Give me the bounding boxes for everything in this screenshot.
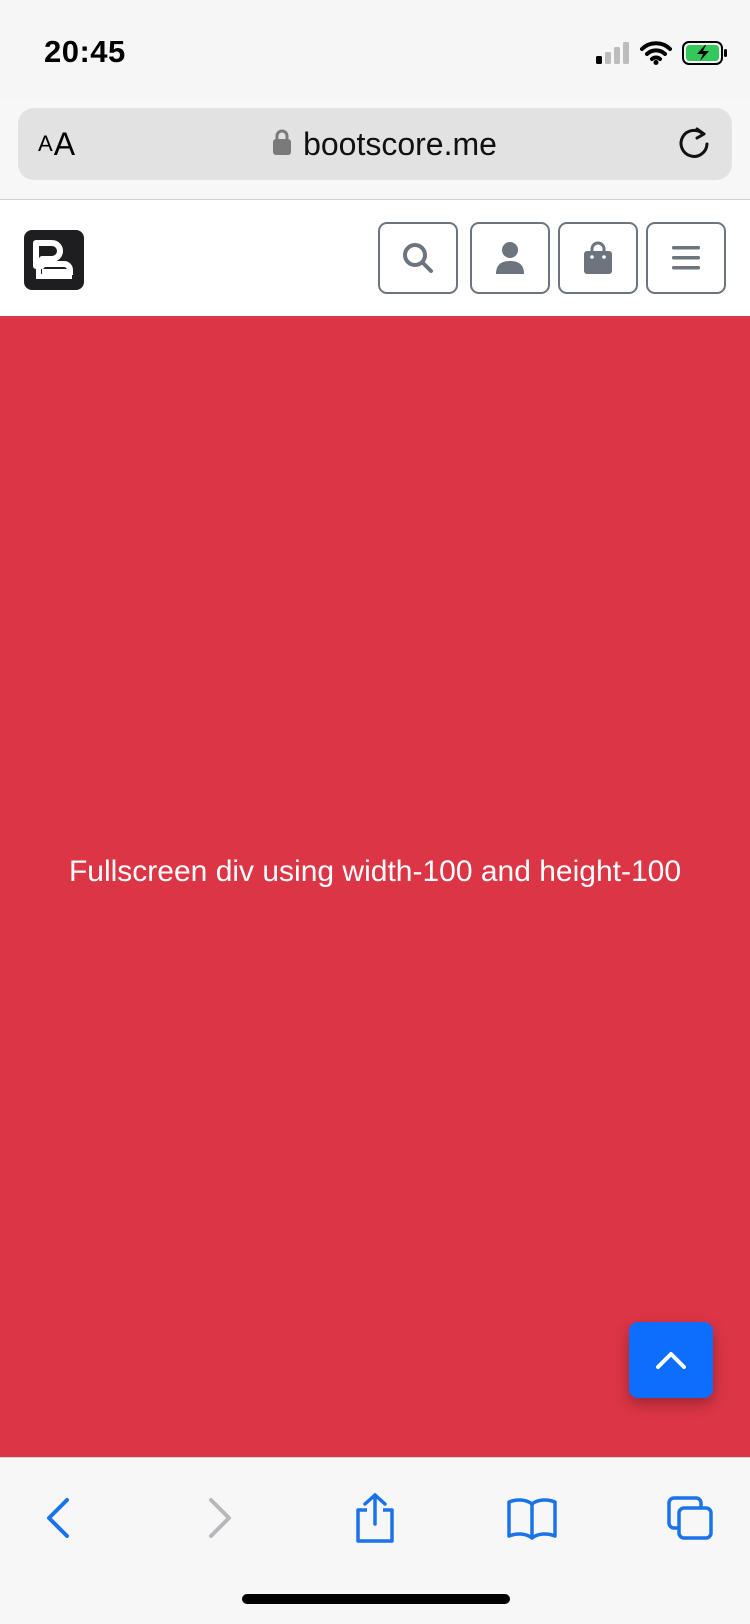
cart-button[interactable]	[558, 222, 638, 294]
search-button[interactable]	[378, 222, 458, 294]
url-text: bootscore.me	[303, 125, 497, 162]
text-size-button[interactable]: A A	[38, 108, 98, 180]
share-icon	[356, 1493, 394, 1543]
menu-icon	[672, 246, 700, 270]
tabs-icon	[667, 1496, 713, 1540]
reload-icon[interactable]	[676, 125, 714, 163]
account-button[interactable]	[470, 222, 550, 294]
back-to-top-button[interactable]	[629, 1322, 713, 1398]
shopping-bag-icon	[584, 241, 612, 274]
share-button[interactable]	[345, 1488, 405, 1548]
site-header	[0, 200, 750, 316]
status-icons	[596, 40, 728, 70]
home-indicator[interactable]	[242, 1594, 510, 1604]
cellular-signal-icon	[596, 41, 630, 69]
text-size-large-label: A	[53, 125, 76, 162]
user-icon	[496, 242, 524, 274]
forward-button[interactable]	[190, 1488, 250, 1548]
battery-charging-icon	[682, 40, 728, 70]
site-logo[interactable]	[24, 230, 84, 290]
wifi-icon	[640, 40, 672, 70]
hero-text: Fullscreen div using width-100 and heigh…	[68, 854, 682, 888]
address-bar[interactable]: A A bootscore.me	[18, 108, 732, 180]
status-bar: 20:45	[0, 0, 750, 100]
bookmarks-icon	[507, 1498, 557, 1540]
lock-icon	[273, 129, 292, 160]
tabs-button[interactable]	[660, 1488, 720, 1548]
bookmarks-button[interactable]	[502, 1488, 562, 1548]
back-button[interactable]	[28, 1488, 88, 1548]
bootscore-logo-icon	[33, 240, 73, 279]
forward-icon	[209, 1498, 231, 1538]
text-size-small-label: A	[38, 131, 53, 156]
chevron-up-icon	[656, 1352, 686, 1369]
menu-button[interactable]	[646, 222, 726, 294]
back-icon	[47, 1498, 69, 1538]
fullscreen-hero: Fullscreen div using width-100 and heigh…	[0, 316, 750, 1457]
search-icon	[403, 243, 433, 273]
status-time: 20:45	[44, 34, 126, 69]
